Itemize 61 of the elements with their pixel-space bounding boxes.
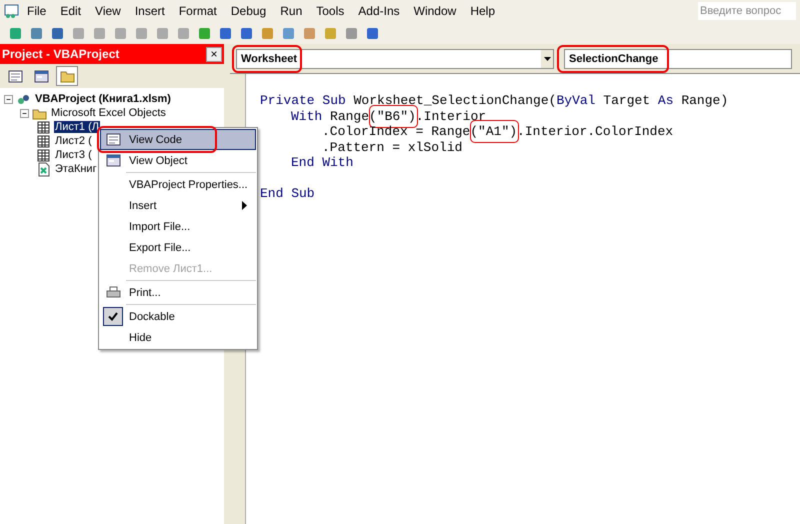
- sheet-icon: [36, 148, 51, 162]
- code-line: End With: [291, 155, 354, 170]
- tree-item[interactable]: Лист2 (: [54, 135, 93, 147]
- toolbar-icon[interactable]: [239, 26, 254, 40]
- panel-title: Project - VBAProject: [2, 47, 120, 61]
- menu-item[interactable]: Window: [408, 2, 462, 20]
- toolbar-icon[interactable]: [218, 26, 233, 40]
- form-window-icon: [106, 153, 120, 168]
- workbook-icon: [36, 162, 51, 176]
- tree-item[interactable]: VBAProject (Книга1.xlsm): [34, 93, 172, 105]
- menu-item[interactable]: Run: [274, 2, 308, 20]
- menu-item[interactable]: Export File...: [100, 237, 256, 258]
- toolbar-icon[interactable]: [8, 26, 23, 40]
- menu-item[interactable]: Print...: [100, 282, 256, 303]
- menu-item[interactable]: Import File...: [100, 216, 256, 237]
- menu-item[interactable]: Help: [464, 2, 501, 20]
- toolbar-icon[interactable]: [302, 26, 317, 40]
- menu-item[interactable]: Insert: [128, 2, 171, 20]
- code-line: With Range("B6").Interior: [291, 108, 486, 124]
- menu-item[interactable]: View Object: [100, 150, 256, 171]
- form-window-icon: [34, 69, 48, 84]
- code-line: End Sub: [260, 186, 315, 201]
- toolbar-icon[interactable]: [50, 26, 65, 40]
- tree-item[interactable]: Microsoft Excel Objects: [50, 107, 167, 119]
- menu-item[interactable]: Dockable: [100, 306, 256, 327]
- code-window-icon: [106, 132, 120, 147]
- submenu-arrow-icon: [242, 201, 247, 210]
- code-window-icon: [8, 69, 22, 84]
- folder-icon: [60, 69, 74, 84]
- menu-item[interactable]: View: [89, 2, 127, 20]
- toolbar-icon[interactable]: [29, 26, 44, 40]
- toolbar-icon[interactable]: [344, 26, 359, 40]
- printer-icon: [106, 285, 120, 300]
- toolbar-icon[interactable]: [365, 26, 380, 40]
- toggle-folders-button[interactable]: [56, 66, 78, 86]
- editor-logo-icon: [4, 4, 19, 18]
- toolbar-icon[interactable]: [260, 26, 275, 40]
- menu-item[interactable]: Edit: [54, 2, 88, 20]
- menu-item[interactable]: Add-Ins: [352, 2, 406, 20]
- menu-item[interactable]: Tools: [310, 2, 350, 20]
- tree-item[interactable]: Лист1 (Л: [54, 121, 100, 133]
- menu-item[interactable]: Insert: [100, 195, 256, 216]
- code-line: .Pattern = xlSolid: [322, 140, 462, 154]
- menu-item[interactable]: View Code: [100, 129, 256, 150]
- sheet-icon: [36, 120, 51, 134]
- toolbar-icon[interactable]: [281, 26, 296, 40]
- menu-item[interactable]: Format: [172, 2, 223, 20]
- collapse-toggle[interactable]: [4, 94, 13, 104]
- tree-item[interactable]: ЭтаКниг: [54, 163, 98, 175]
- code-line: Private Sub Worksheet_SelectionChange(ByVal Target As Range): [260, 93, 728, 108]
- tree-item[interactable]: Лист3 (: [54, 149, 93, 161]
- menu-item[interactable]: Hide: [100, 327, 256, 348]
- menu-item[interactable]: VBAProject Properties...: [100, 174, 256, 195]
- close-button[interactable]: ×: [206, 46, 222, 62]
- toolbar-icon[interactable]: [197, 26, 212, 40]
- menu-item[interactable]: Debug: [224, 2, 272, 20]
- menu-item[interactable]: File: [21, 2, 52, 20]
- collapse-toggle[interactable]: [20, 108, 29, 118]
- sheet-icon: [36, 134, 51, 148]
- code-line: .ColorIndex = Range("A1").Interior.ColorIndex: [322, 124, 674, 139]
- help-search-field[interactable]: Введите вопрос: [698, 2, 796, 20]
